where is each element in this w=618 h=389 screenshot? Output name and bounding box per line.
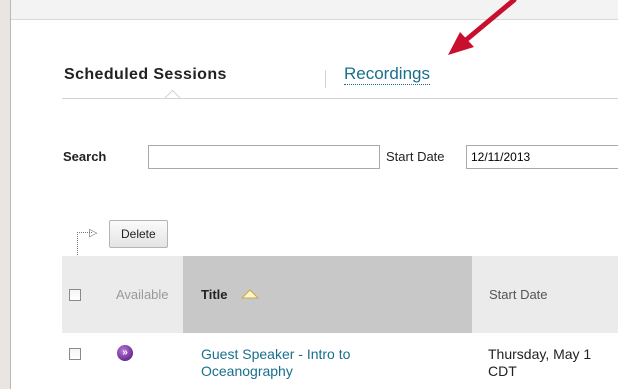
available-icon[interactable]: » bbox=[117, 345, 133, 361]
tab-divider bbox=[62, 98, 618, 99]
column-header-available[interactable]: Available bbox=[116, 287, 169, 302]
search-label: Search bbox=[63, 149, 107, 164]
outer-frame bbox=[0, 0, 11, 389]
start-date-input[interactable] bbox=[466, 145, 618, 169]
row-checkbox[interactable] bbox=[69, 348, 81, 360]
session-start-date: Thursday, May 1 CDT bbox=[488, 346, 618, 380]
top-bar bbox=[11, 0, 618, 20]
sort-ascending-icon[interactable] bbox=[241, 289, 259, 299]
session-title-line2: Oceanography bbox=[201, 363, 293, 379]
session-start-line1: Thursday, May 1 bbox=[488, 346, 592, 362]
session-start-line2: CDT bbox=[488, 363, 517, 379]
session-title-line1: Guest Speaker - Intro to bbox=[201, 346, 351, 362]
select-all-checkbox[interactable] bbox=[69, 289, 81, 301]
tab-scheduled-sessions[interactable]: Scheduled Sessions bbox=[64, 66, 227, 84]
tab-separator bbox=[325, 70, 326, 88]
tab-recordings[interactable]: Recordings bbox=[344, 64, 430, 85]
session-title-link[interactable]: Guest Speaker - Intro to Oceanography bbox=[201, 346, 441, 380]
search-input[interactable] bbox=[148, 145, 380, 169]
column-header-start-date[interactable]: Start Date bbox=[489, 287, 548, 302]
column-header-title[interactable]: Title bbox=[201, 287, 228, 302]
bracket-arrow-icon: ▷ bbox=[89, 227, 98, 239]
start-date-label: Start Date bbox=[386, 149, 445, 164]
delete-button[interactable]: Delete bbox=[109, 220, 168, 248]
red-arrow-icon bbox=[448, 0, 517, 55]
